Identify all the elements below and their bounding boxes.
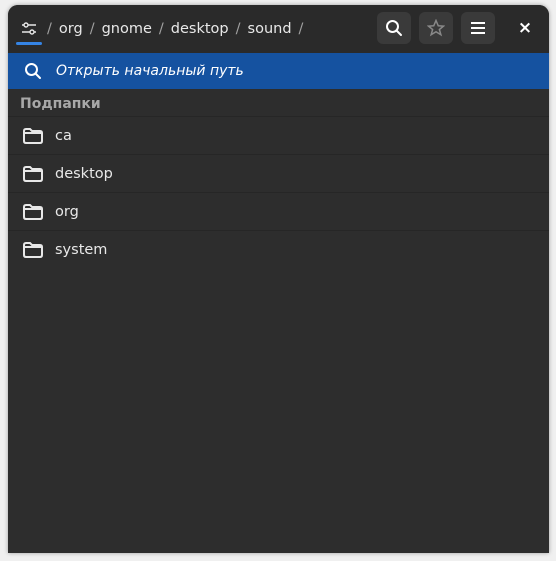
folder-name: org (55, 203, 79, 220)
search-icon (386, 20, 402, 36)
header-bar: / org / gnome / desktop / sound / × (8, 5, 549, 54)
folder-icon (22, 241, 44, 259)
bookmarks-button[interactable] (419, 12, 453, 44)
folder-row[interactable]: ca (8, 116, 549, 154)
settings-sliders-icon (22, 22, 36, 35)
main-menu-button[interactable] (461, 12, 495, 44)
close-icon: × (517, 18, 533, 38)
star-icon (427, 19, 445, 37)
breadcrumb-sound[interactable]: sound (248, 21, 292, 37)
folder-row[interactable]: system (8, 230, 549, 268)
open-path-search-row[interactable]: Открыть начальный путь (8, 53, 549, 89)
search-button[interactable] (377, 12, 411, 44)
open-path-label: Открыть начальный путь (56, 63, 244, 79)
folder-list: ca desktop org system (8, 116, 549, 268)
folder-name: system (55, 241, 108, 258)
folder-icon (22, 203, 44, 221)
root-path-button[interactable] (16, 5, 42, 53)
dconf-editor-window: / org / gnome / desktop / sound / × Откр… (8, 5, 549, 553)
breadcrumb: / org / gnome / desktop / sound / (16, 5, 310, 53)
breadcrumb-gnome[interactable]: gnome (102, 21, 152, 37)
search-icon (25, 63, 41, 79)
breadcrumb-desktop[interactable]: desktop (171, 21, 229, 37)
folder-row[interactable]: org (8, 192, 549, 230)
folder-icon (22, 127, 44, 145)
hamburger-menu-icon (471, 22, 485, 34)
folder-row[interactable]: desktop (8, 154, 549, 192)
folder-name: ca (55, 127, 72, 144)
folder-icon (22, 165, 44, 183)
breadcrumb-org[interactable]: org (59, 21, 83, 37)
close-button[interactable]: × (508, 12, 542, 44)
section-title: Подпапки (20, 96, 101, 112)
folder-name: desktop (55, 165, 113, 182)
